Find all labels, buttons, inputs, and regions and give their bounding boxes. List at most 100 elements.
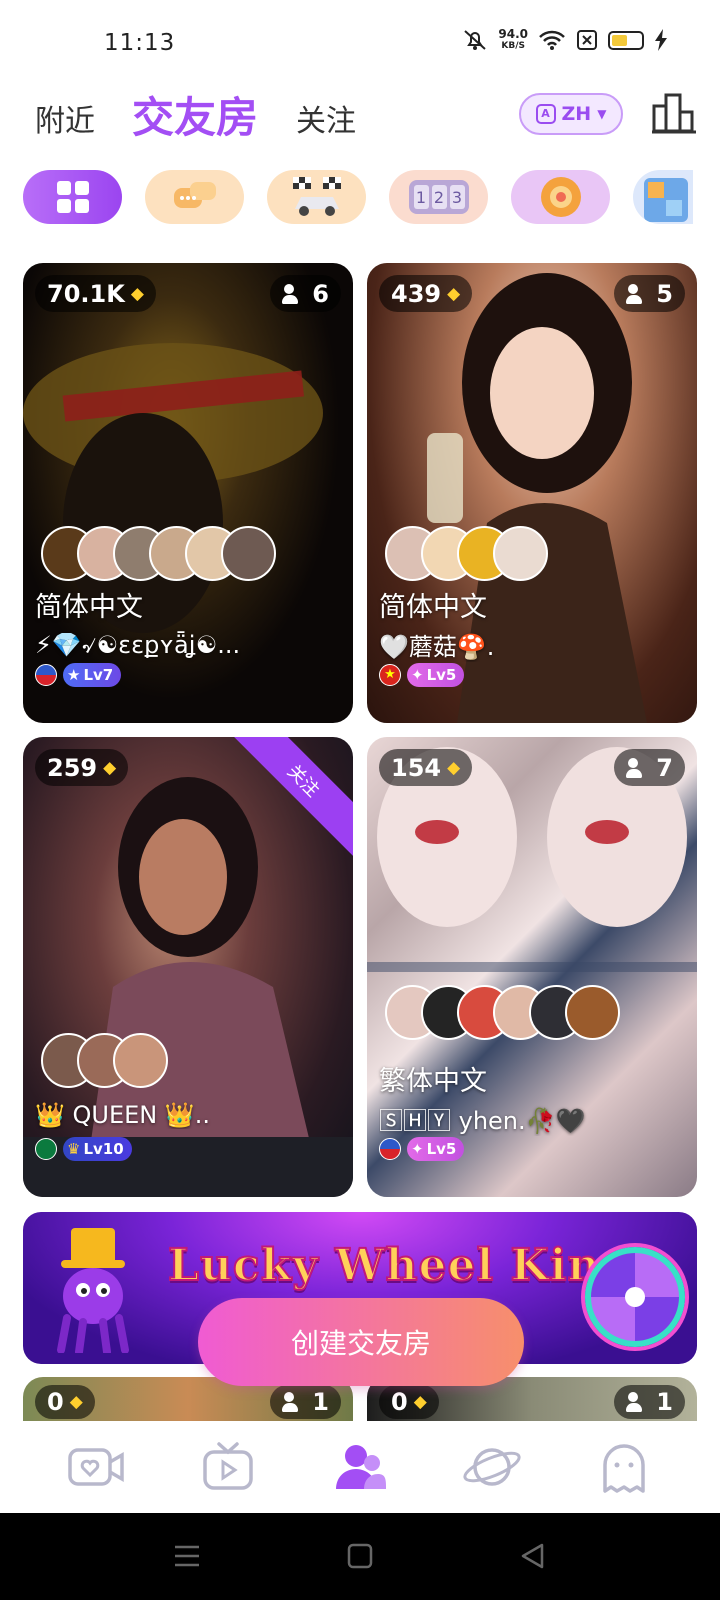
room-meta: ♛ Lv10 [35,1137,132,1161]
bottom-nav [0,1421,720,1513]
tab-nearby[interactable]: 附近 [35,96,95,140]
member-avatars [385,985,620,1040]
level-badge: ✦ Lv5 [407,1137,465,1161]
users-icon [282,1392,306,1412]
room-owner: ⚡💎৵☯ɛɛքʏǟʝ☯... [35,631,241,659]
menu-icon[interactable] [172,1541,202,1571]
diamond-count: 70.1K [47,279,125,308]
ghost-chat-icon [603,1444,645,1493]
net-speed-unit: KB/S [501,41,525,51]
nav-planet[interactable] [462,1437,522,1497]
banner-title: Lucky Wheel King [167,1239,633,1292]
avatar [493,526,548,581]
tab-party-rooms[interactable]: 交友房 [132,84,258,145]
diamond-count: 0 [391,1388,408,1416]
chat-bubbles-icon [173,182,216,208]
svg-text:3: 3 [451,188,461,207]
member-avatars [385,526,548,581]
level-label: Lv10 [83,1140,124,1158]
diamond-count-badge: 70.1K ◆ [35,275,156,312]
users-icon [626,283,650,304]
user-count: 5 [656,279,673,308]
member-avatars [41,526,276,581]
category-spin[interactable] [511,170,610,224]
diamond-count-badge: 154 ◆ [379,749,473,786]
room-name: 简体中文 [379,592,487,623]
number-slot-icon: 123 [408,180,469,214]
room-card[interactable]: 439 ◆ 5 简体中文 🤍蘑菇🍄. ★ ✦ Lv5 [367,263,697,723]
user-count-badge: 5 [614,275,685,312]
diamond-count: 259 [47,753,98,782]
category-cube[interactable] [633,170,693,224]
svg-text:2: 2 [433,188,443,207]
saudi-arabia-flag-icon [35,1138,57,1160]
status-time: 11:13 [104,30,176,56]
vietnam-flag-icon: ★ [379,664,401,686]
nav-messages[interactable] [594,1437,654,1497]
diamond-count: 154 [391,753,442,782]
category-chat[interactable] [145,170,244,224]
diamond-icon: ◆ [447,757,461,778]
ranking-chart-icon[interactable] [652,92,696,134]
crown-icon: ♛ [67,1140,81,1158]
level-badge: ♛ Lv10 [63,1137,132,1161]
avatar [565,985,620,1040]
diamond-count-badge: 0 ◆ [379,1385,439,1419]
diamond-count-badge: 439 ◆ [379,275,473,312]
room-card[interactable]: 关注 259 ◆ 👑 QUEEN 👑.. ♛ Lv10 [23,737,353,1197]
battery-icon [608,30,644,50]
diamond-icon: ◆ [130,283,144,304]
back-icon[interactable] [518,1541,548,1571]
star-icon: ★ [67,666,81,684]
room-meta: ★ ✦ Lv5 [379,663,465,687]
avatar [113,1033,168,1088]
category-race[interactable] [267,170,366,224]
nav-video[interactable] [66,1437,126,1497]
home-icon[interactable] [345,1541,375,1571]
user-count: 7 [656,753,673,782]
caret-down-icon: ▼ [597,107,607,121]
avatar [221,526,276,581]
planet-icon [463,1448,521,1486]
level-label: Lv5 [426,666,457,684]
system-nav-bar [0,1513,720,1600]
users-icon [626,1392,650,1412]
nav-tv[interactable] [198,1437,258,1497]
level-label: Lv7 [83,666,114,684]
category-all[interactable] [23,170,122,224]
wheel-icon [585,1247,685,1347]
language-selector[interactable]: A ZH ▼ [519,93,623,135]
create-room-button[interactable]: 创建交友房 [198,1298,524,1386]
room-card[interactable]: 70.1K ◆ 6 简体中文 ⚡💎৵☯ɛɛքʏǟʝ☯... ★ Lv7 [23,263,353,723]
room-card[interactable]: 154 ◆ 7 繁体中文 🅂🄷🅈 yhen.🥀🖤 ✦ Lv5 [367,737,697,1197]
category-number[interactable]: 123 [389,170,488,224]
user-count-badge: 1 [614,1385,685,1419]
race-car-icon [292,177,341,216]
grid-icon [56,181,89,213]
level-label: Lv5 [426,1140,457,1158]
status-bar: 11:13 94.0 KB/S [0,0,720,90]
wifi-icon [539,30,565,50]
status-icons: 94.0 KB/S [462,28,668,52]
spin-ball-icon [540,177,581,217]
diamond-icon: ◆ [413,1392,427,1412]
net-speed-value: 94.0 [498,27,528,41]
users-icon [282,283,306,304]
number-cube-icon [644,178,688,222]
diamond-icon: ◆ [447,283,461,304]
user-count: 1 [312,1388,329,1416]
nav-party[interactable] [330,1437,390,1497]
users-icon [626,757,650,778]
member-avatars [41,1033,168,1088]
level-badge: ★ Lv7 [63,663,122,687]
party-users-icon [336,1445,386,1489]
diamond-count-badge: 259 ◆ [35,749,129,786]
user-count: 1 [656,1388,673,1416]
header: 附近 交友房 关注 A ZH ▼ [0,80,720,150]
diamond-count-badge: 0 ◆ [35,1385,95,1419]
tab-following[interactable]: 关注 [296,96,356,140]
diamond-count: 439 [391,279,442,308]
tv-play-icon [203,1442,253,1490]
mute-bell-icon [464,30,487,50]
sparkle-icon: ✦ [411,666,424,684]
